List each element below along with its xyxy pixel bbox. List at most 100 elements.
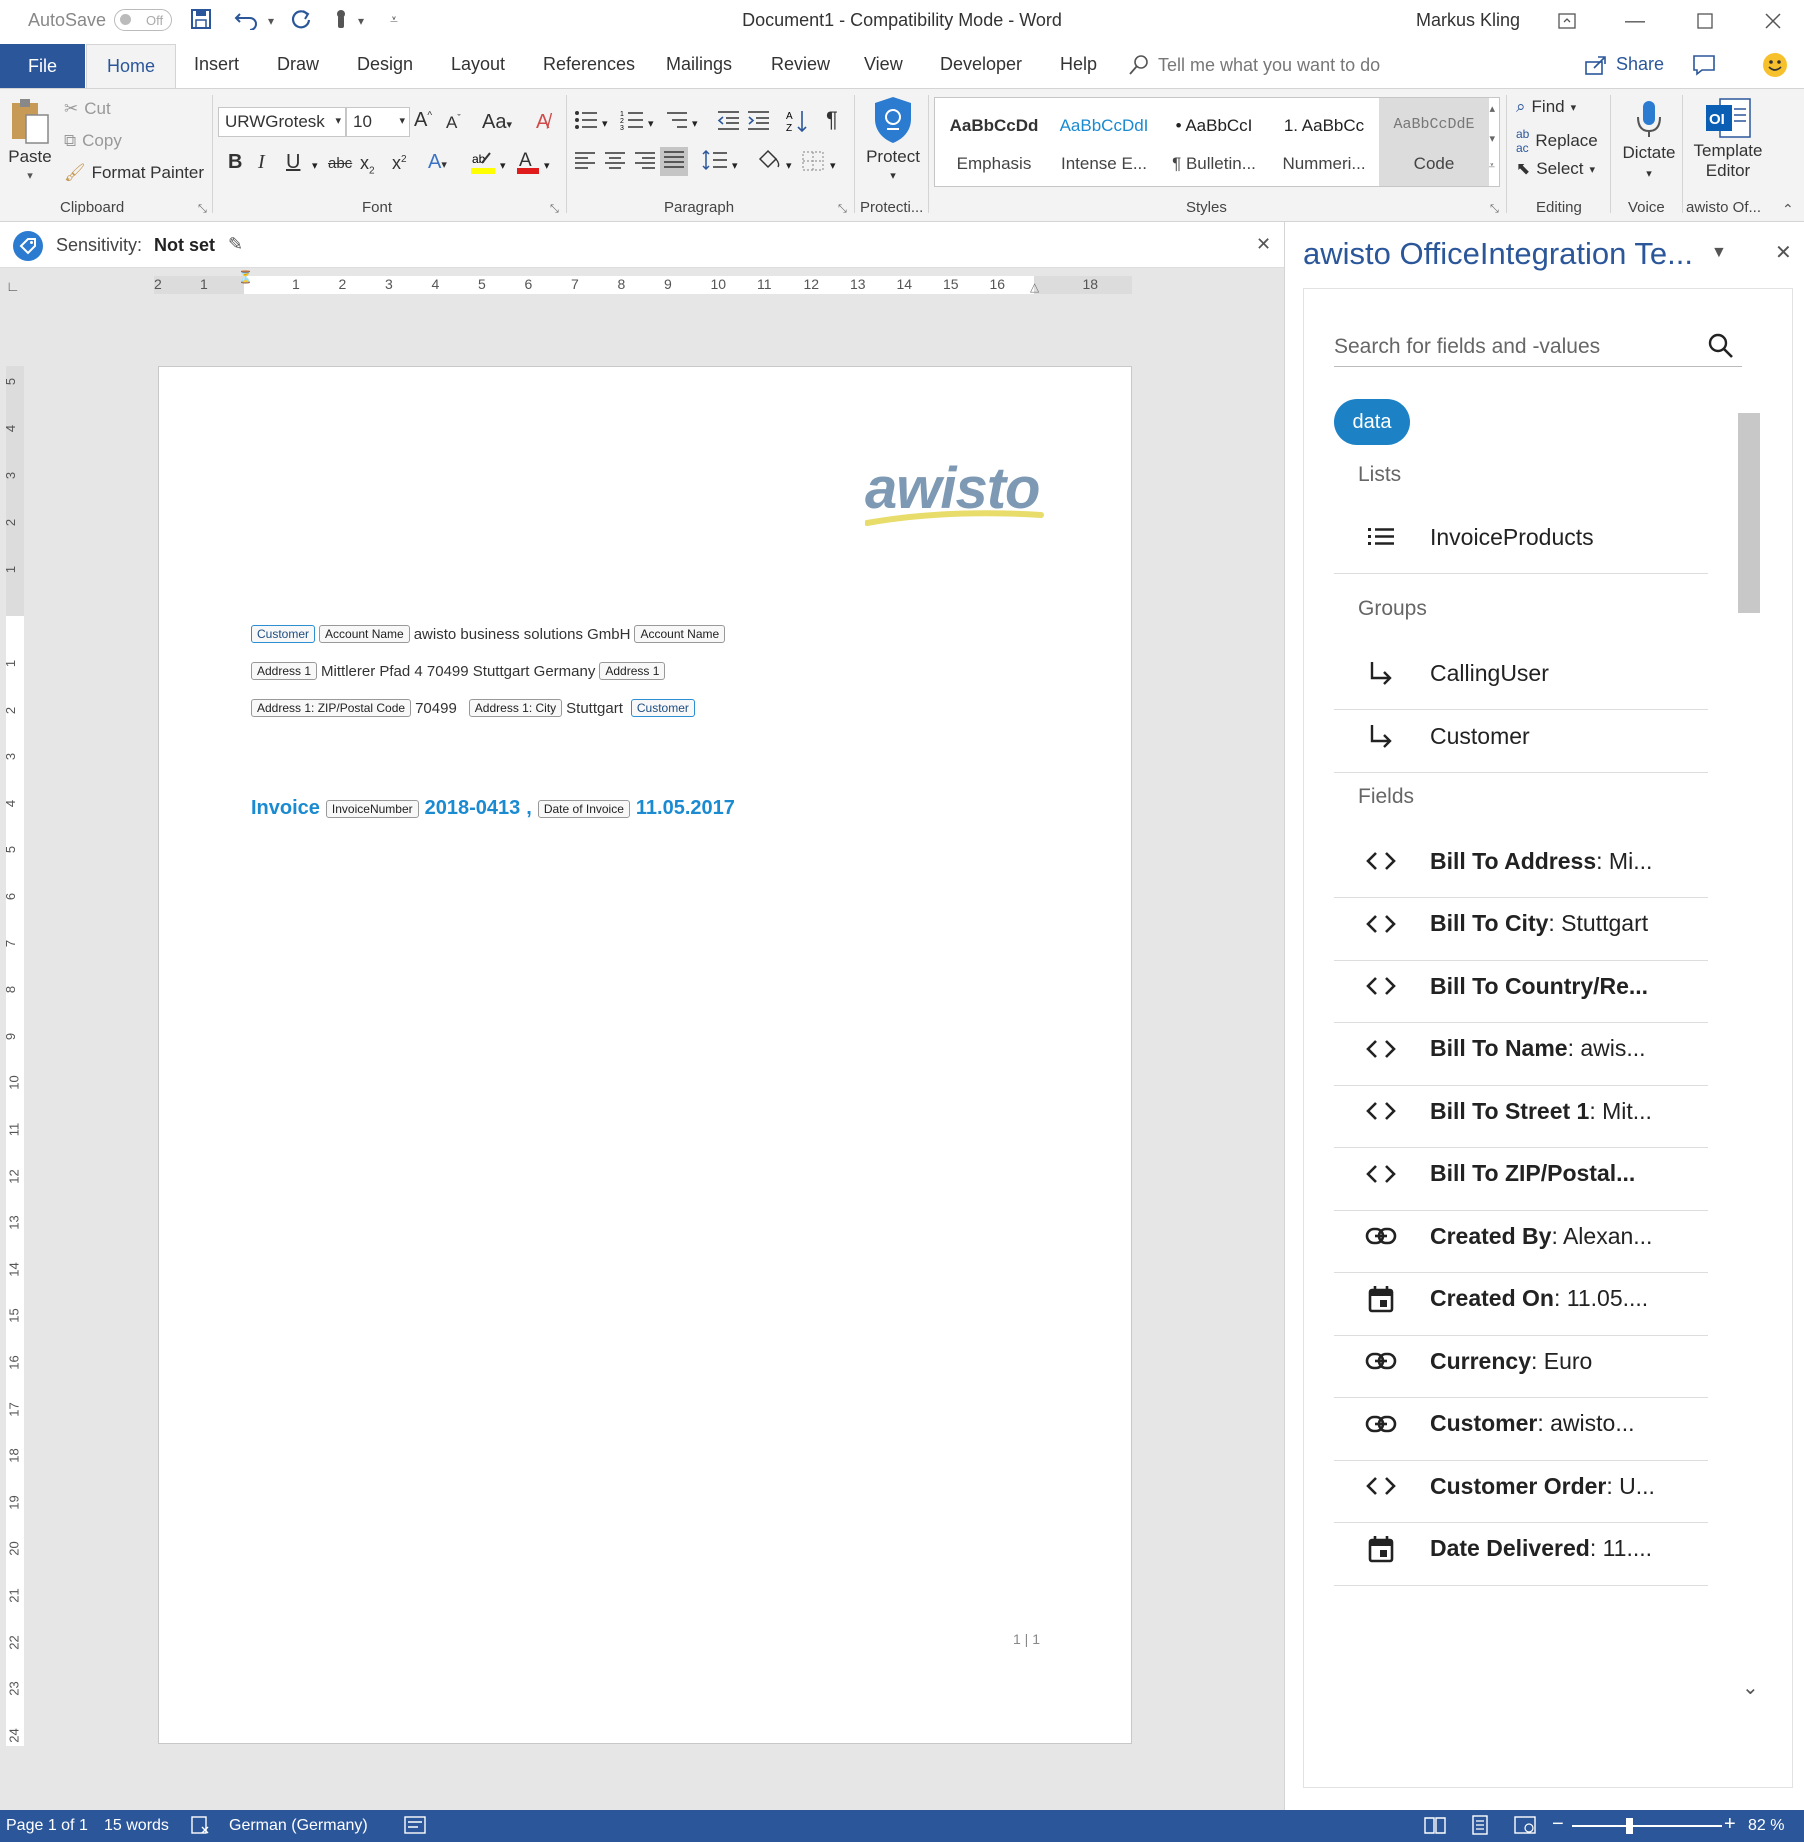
style-numbered[interactable]: 1. AaBbCc Nummeri... <box>1269 98 1379 186</box>
tab-references[interactable]: References <box>543 54 635 75</box>
field-item[interactable]: Date Delivered: 11.... <box>1334 1513 1708 1586</box>
highlight-color-icon[interactable]: ab <box>470 149 496 181</box>
sensitivity-value[interactable]: Not set <box>154 235 215 256</box>
group-item[interactable]: Customer <box>1334 700 1708 773</box>
tab-home[interactable]: Home <box>86 44 176 88</box>
clipboard-launcher-icon[interactable]: ⤡ <box>198 203 207 216</box>
close-window-icon[interactable] <box>1746 4 1800 38</box>
tab-view[interactable]: View <box>864 54 903 75</box>
style-code[interactable]: AaBbCcDdE Code <box>1379 98 1489 186</box>
show-formatting-marks-icon[interactable]: ¶ <box>826 107 838 133</box>
styles-scroll-up-icon[interactable]: ▴ <box>1489 102 1495 115</box>
bullets-dropdown-icon[interactable]: ▾ <box>602 117 608 130</box>
page-count[interactable]: Page 1 of 1 <box>6 1817 88 1835</box>
style-bulleted[interactable]: • AaBbCcI ¶ Bulletin... <box>1159 98 1269 186</box>
style-intense-emphasis[interactable]: AaBbCcDdI Intense E... <box>1049 98 1159 186</box>
subscript-icon[interactable]: x2 <box>360 153 375 177</box>
zoom-level[interactable]: 82 % <box>1748 1817 1784 1835</box>
style-emphasis[interactable]: AaBbCcDd Emphasis <box>939 98 1049 186</box>
content-control-tag[interactable]: Address 1: City <box>468 699 563 717</box>
justify-icon[interactable] <box>660 147 688 176</box>
accessibility-icon[interactable] <box>404 1815 426 1840</box>
format-painter-button[interactable]: 🖌 Format Painter <box>64 163 204 183</box>
undo-dropdown-icon[interactable]: ▾ <box>268 14 274 28</box>
superscript-icon[interactable]: x2 <box>392 153 407 174</box>
data-chip[interactable]: data <box>1334 399 1410 445</box>
numbering-dropdown-icon[interactable]: ▾ <box>648 117 654 130</box>
save-icon[interactable] <box>190 8 212 36</box>
invoice-date-value[interactable]: 11.05.2017 <box>636 797 735 820</box>
cut-button[interactable]: ✂ Cut <box>64 99 111 119</box>
pane-scrollbar-thumb[interactable] <box>1738 413 1760 613</box>
content-control-tag[interactable]: Date of Invoice <box>537 799 630 818</box>
maximize-icon[interactable] <box>1678 4 1732 38</box>
shading-icon[interactable] <box>756 147 782 177</box>
smiley-feedback-icon[interactable] <box>1762 52 1788 83</box>
content-control-tag[interactable]: Address 1 <box>599 662 666 680</box>
search-icon[interactable] <box>1708 333 1734 364</box>
scroll-down-icon[interactable]: ⌄ <box>1742 1675 1759 1700</box>
dictate-button[interactable]: Dictate ▾ <box>1618 99 1680 180</box>
right-indent-marker-icon[interactable]: △ <box>1030 280 1039 294</box>
font-size-combo[interactable]: 10 ▾ <box>346 107 410 137</box>
shading-dropdown-icon[interactable]: ▾ <box>786 159 792 172</box>
increase-indent-icon[interactable] <box>746 109 770 137</box>
content-control-tag[interactable]: Address 1 <box>251 662 318 680</box>
ribbon-display-icon[interactable] <box>1540 4 1594 38</box>
content-control-tag[interactable]: Account Name <box>634 625 726 643</box>
zoom-in-icon[interactable]: + <box>1724 1813 1736 1836</box>
paste-button[interactable]: Paste ▾ <box>8 97 52 182</box>
tab-draw[interactable]: Draw <box>277 54 319 75</box>
grow-font-icon[interactable]: A^ <box>414 109 432 132</box>
text-effects-icon[interactable]: A▾ <box>428 151 447 174</box>
tab-review[interactable]: Review <box>771 54 830 75</box>
font-color-icon[interactable]: A <box>516 149 540 181</box>
select-button[interactable]: ⬉ Select ▾ <box>1516 159 1595 179</box>
decrease-indent-icon[interactable] <box>716 109 740 137</box>
template-editor-button[interactable]: OI Template Editor <box>1686 97 1770 181</box>
city-value[interactable]: Stuttgart <box>566 700 623 717</box>
user-name[interactable]: Markus Kling <box>1416 10 1520 31</box>
tab-mailings[interactable]: Mailings <box>666 54 732 75</box>
account-name-value[interactable]: awisto business solutions GmbH <box>414 626 631 643</box>
line-spacing-icon[interactable] <box>702 149 728 177</box>
zip-value[interactable]: 70499 <box>415 700 457 717</box>
list-item[interactable]: InvoiceProducts <box>1334 501 1708 574</box>
multilevel-dropdown-icon[interactable]: ▾ <box>692 117 698 130</box>
find-button[interactable]: ⌕ Find ▾ <box>1516 97 1576 117</box>
touch-dropdown-icon[interactable]: ▾ <box>358 14 364 28</box>
touch-mode-icon[interactable] <box>330 8 352 36</box>
multilevel-list-icon[interactable] <box>664 109 688 137</box>
copy-button[interactable]: ⧉ Copy <box>64 131 122 151</box>
word-count[interactable]: 15 words <box>104 1817 169 1835</box>
redo-icon[interactable] <box>290 8 312 36</box>
close-sensitivity-icon[interactable]: ✕ <box>1256 234 1271 255</box>
comments-icon[interactable] <box>1692 54 1716 81</box>
content-control-tag[interactable]: Customer <box>251 625 316 643</box>
align-left-icon[interactable] <box>574 151 596 177</box>
align-center-icon[interactable] <box>604 151 626 177</box>
invoice-number-value[interactable]: 2018-0413 <box>425 797 521 820</box>
borders-dropdown-icon[interactable]: ▾ <box>830 159 836 172</box>
align-right-icon[interactable] <box>634 151 656 177</box>
collapse-ribbon-icon[interactable]: ⌃ <box>1782 201 1794 218</box>
styles-scroll-down-icon[interactable]: ▾ <box>1489 132 1495 145</box>
tab-layout[interactable]: Layout <box>451 54 505 75</box>
borders-icon[interactable] <box>802 151 824 177</box>
underline-dropdown-icon[interactable]: ▾ <box>312 159 318 172</box>
bold-button[interactable]: B <box>228 151 242 174</box>
replace-button[interactable]: ab ac Replace <box>1516 127 1598 155</box>
strikethrough-button[interactable]: abc <box>328 155 352 172</box>
change-case-button[interactable]: Aa▾ <box>482 111 512 134</box>
read-mode-icon[interactable] <box>1424 1815 1446 1840</box>
zoom-slider-track[interactable] <box>1572 1825 1722 1827</box>
zoom-slider-thumb[interactable] <box>1626 1818 1633 1834</box>
tab-insert[interactable]: Insert <box>194 54 239 75</box>
bullets-icon[interactable] <box>574 109 598 137</box>
print-layout-icon[interactable] <box>1470 1815 1490 1840</box>
paragraph-launcher-icon[interactable]: ⤡ <box>838 203 847 216</box>
numbering-icon[interactable]: 123 <box>620 109 644 137</box>
font-color-dropdown-icon[interactable]: ▾ <box>544 159 550 172</box>
highlight-dropdown-icon[interactable]: ▾ <box>500 159 506 172</box>
tab-help[interactable]: Help <box>1060 54 1097 75</box>
